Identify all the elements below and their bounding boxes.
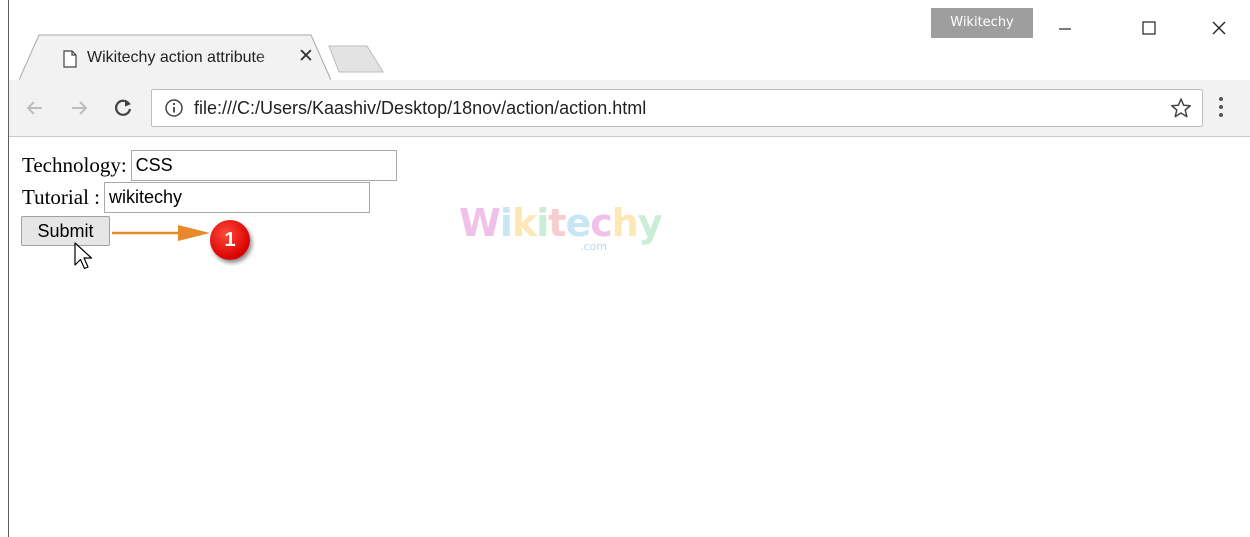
title-bar: Wikitechy Wikitechy action attribute ✕	[9, 0, 1250, 80]
maximize-icon[interactable]	[1131, 10, 1167, 46]
mouse-cursor-icon	[74, 242, 93, 270]
back-icon[interactable]	[19, 92, 51, 124]
watermark-logo: Wikitechy	[459, 201, 663, 245]
url-text[interactable]: file:///C:/Users/Kaashiv/Desktop/18nov/a…	[194, 98, 646, 119]
step-badge: 1	[210, 220, 250, 260]
new-tab-button[interactable]	[327, 44, 387, 74]
watermark-domain: .com	[580, 240, 607, 253]
minimize-icon[interactable]	[1047, 10, 1083, 46]
page-content: Technology: Tutorial : Submit 1 Wikitech…	[9, 137, 1250, 537]
technology-row: Technology:	[22, 150, 397, 181]
info-icon[interactable]	[164, 98, 184, 123]
technology-input[interactable]	[130, 150, 397, 181]
tab-active[interactable]: Wikitechy action attribute ✕	[19, 34, 331, 80]
address-bar[interactable]: file:///C:/Users/Kaashiv/Desktop/18nov/a…	[151, 89, 1203, 127]
menu-kebab-icon[interactable]	[1215, 93, 1227, 126]
document-icon	[63, 50, 77, 73]
toolbar: file:///C:/Users/Kaashiv/Desktop/18nov/a…	[9, 80, 1250, 137]
close-icon[interactable]	[1201, 10, 1237, 46]
reload-icon[interactable]	[107, 92, 139, 124]
annotation-arrow	[112, 225, 210, 241]
profile-badge[interactable]: Wikitechy	[931, 8, 1033, 38]
tutorial-input[interactable]	[104, 182, 370, 213]
forward-icon[interactable]	[63, 92, 95, 124]
tutorial-label: Tutorial :	[22, 185, 100, 209]
browser-window: Wikitechy Wikitechy action attribute ✕ f…	[8, 0, 1250, 537]
tutorial-row: Tutorial :	[22, 182, 370, 213]
bookmark-star-icon[interactable]	[1170, 97, 1192, 124]
tab-close-icon[interactable]: ✕	[298, 47, 314, 67]
technology-label: Technology:	[22, 153, 127, 177]
submit-button[interactable]: Submit	[21, 216, 110, 246]
tab-title: Wikitechy action attribute	[87, 49, 265, 66]
